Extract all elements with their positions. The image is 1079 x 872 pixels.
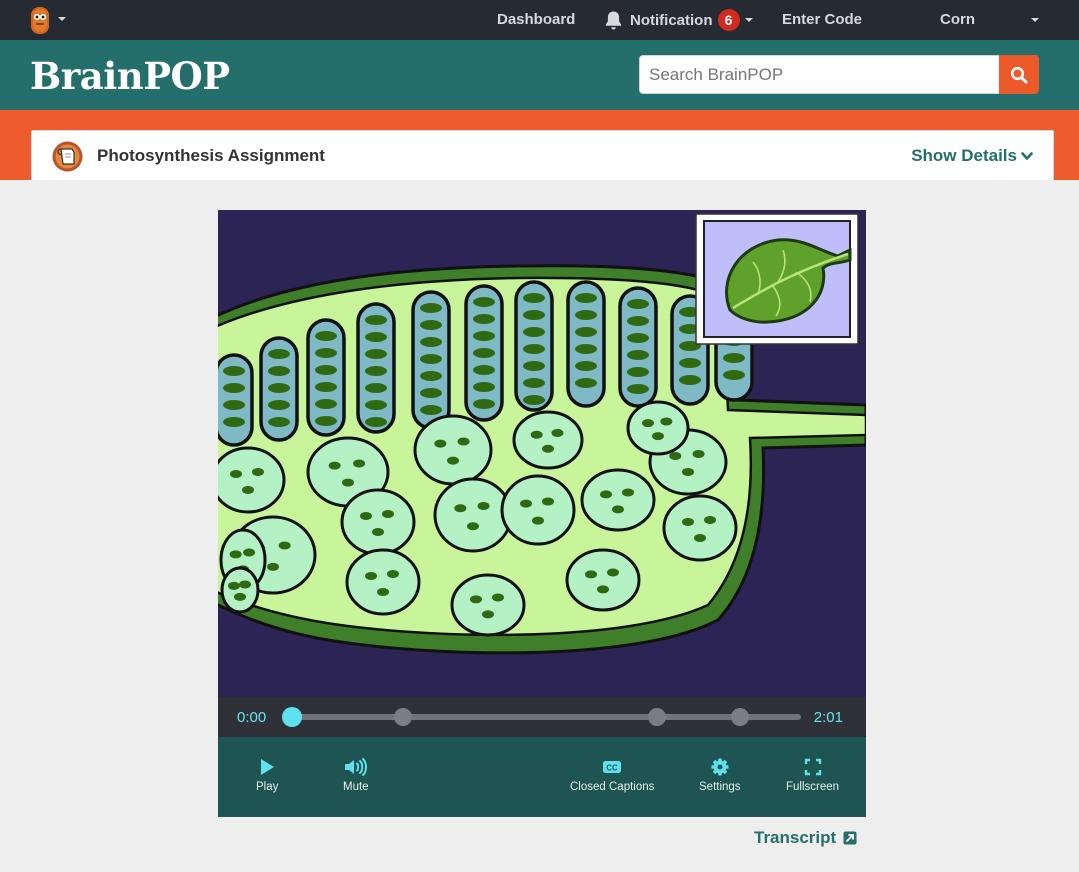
chevron-down-icon (1021, 151, 1033, 160)
site-header: BrainPOP (0, 40, 1079, 110)
settings-button[interactable]: Settings (699, 758, 741, 793)
search-input[interactable] (639, 55, 1000, 94)
total-time: 2:01 (813, 709, 843, 726)
fullscreen-icon (804, 758, 821, 776)
user-name: Corn (940, 11, 975, 28)
svg-text:CC: CC (606, 764, 618, 773)
gear-icon (711, 758, 729, 776)
chevron-down-icon (744, 18, 753, 22)
video-frame[interactable] (218, 210, 866, 697)
progress-track[interactable] (282, 707, 801, 727)
chapter-marker[interactable] (731, 708, 750, 726)
play-label: Play (256, 781, 279, 793)
play-button[interactable]: Play (256, 758, 278, 793)
search-icon (1010, 66, 1028, 83)
play-icon (261, 759, 275, 775)
assignment-title: Photosynthesis Assignment (97, 146, 325, 165)
bell-icon (605, 11, 622, 30)
assignment-icon (52, 141, 83, 172)
current-time: 0:00 (237, 709, 267, 726)
volume-icon (344, 758, 367, 776)
top-navbar: Dashboard Notification 6 Enter Code Corn (0, 0, 1079, 40)
closed-captions-label: Closed Captions (570, 781, 655, 793)
assignment-bar: Photosynthesis Assignment Show Details (31, 130, 1054, 180)
mute-label: Mute (343, 781, 369, 793)
fullscreen-button[interactable]: Fullscreen (786, 758, 839, 793)
brainpop-logo[interactable]: BrainPOP (30, 54, 230, 98)
video-controls: Play Mute CC Closed Captions Settings Fu… (218, 737, 866, 817)
video-timeline: 0:00 2:01 (218, 697, 866, 737)
closed-captions-button[interactable]: CC Closed Captions (570, 758, 654, 793)
search-button[interactable] (999, 55, 1039, 94)
show-details-toggle[interactable]: Show Details (911, 146, 1033, 166)
transcript-label: Transcript (754, 828, 837, 847)
fullscreen-label: Fullscreen (786, 781, 840, 793)
show-details-label: Show Details (911, 146, 1017, 165)
moby-menu-button[interactable] (28, 5, 70, 35)
leaf-cross-section-illustration (218, 210, 866, 697)
nav-enter-code-link[interactable]: Enter Code (782, 11, 862, 28)
chapter-marker[interactable] (648, 708, 667, 726)
moby-avatar-icon (31, 7, 49, 34)
mute-button[interactable]: Mute (343, 758, 369, 793)
user-menu[interactable]: Corn (940, 11, 1040, 28)
chevron-down-icon (58, 17, 66, 21)
notification-count-badge: 6 (717, 9, 740, 31)
chevron-down-icon (1031, 18, 1039, 22)
nav-dashboard-link[interactable]: Dashboard (497, 11, 575, 28)
external-link-icon (843, 831, 857, 845)
closed-captions-icon: CC (603, 761, 622, 773)
playhead-handle[interactable] (282, 707, 302, 727)
settings-label: Settings (699, 781, 741, 793)
nav-notification-menu[interactable]: Notification 6 (604, 9, 753, 31)
notification-label: Notification (630, 11, 713, 29)
chapter-marker[interactable] (393, 708, 412, 726)
transcript-link[interactable]: Transcript (754, 828, 857, 848)
